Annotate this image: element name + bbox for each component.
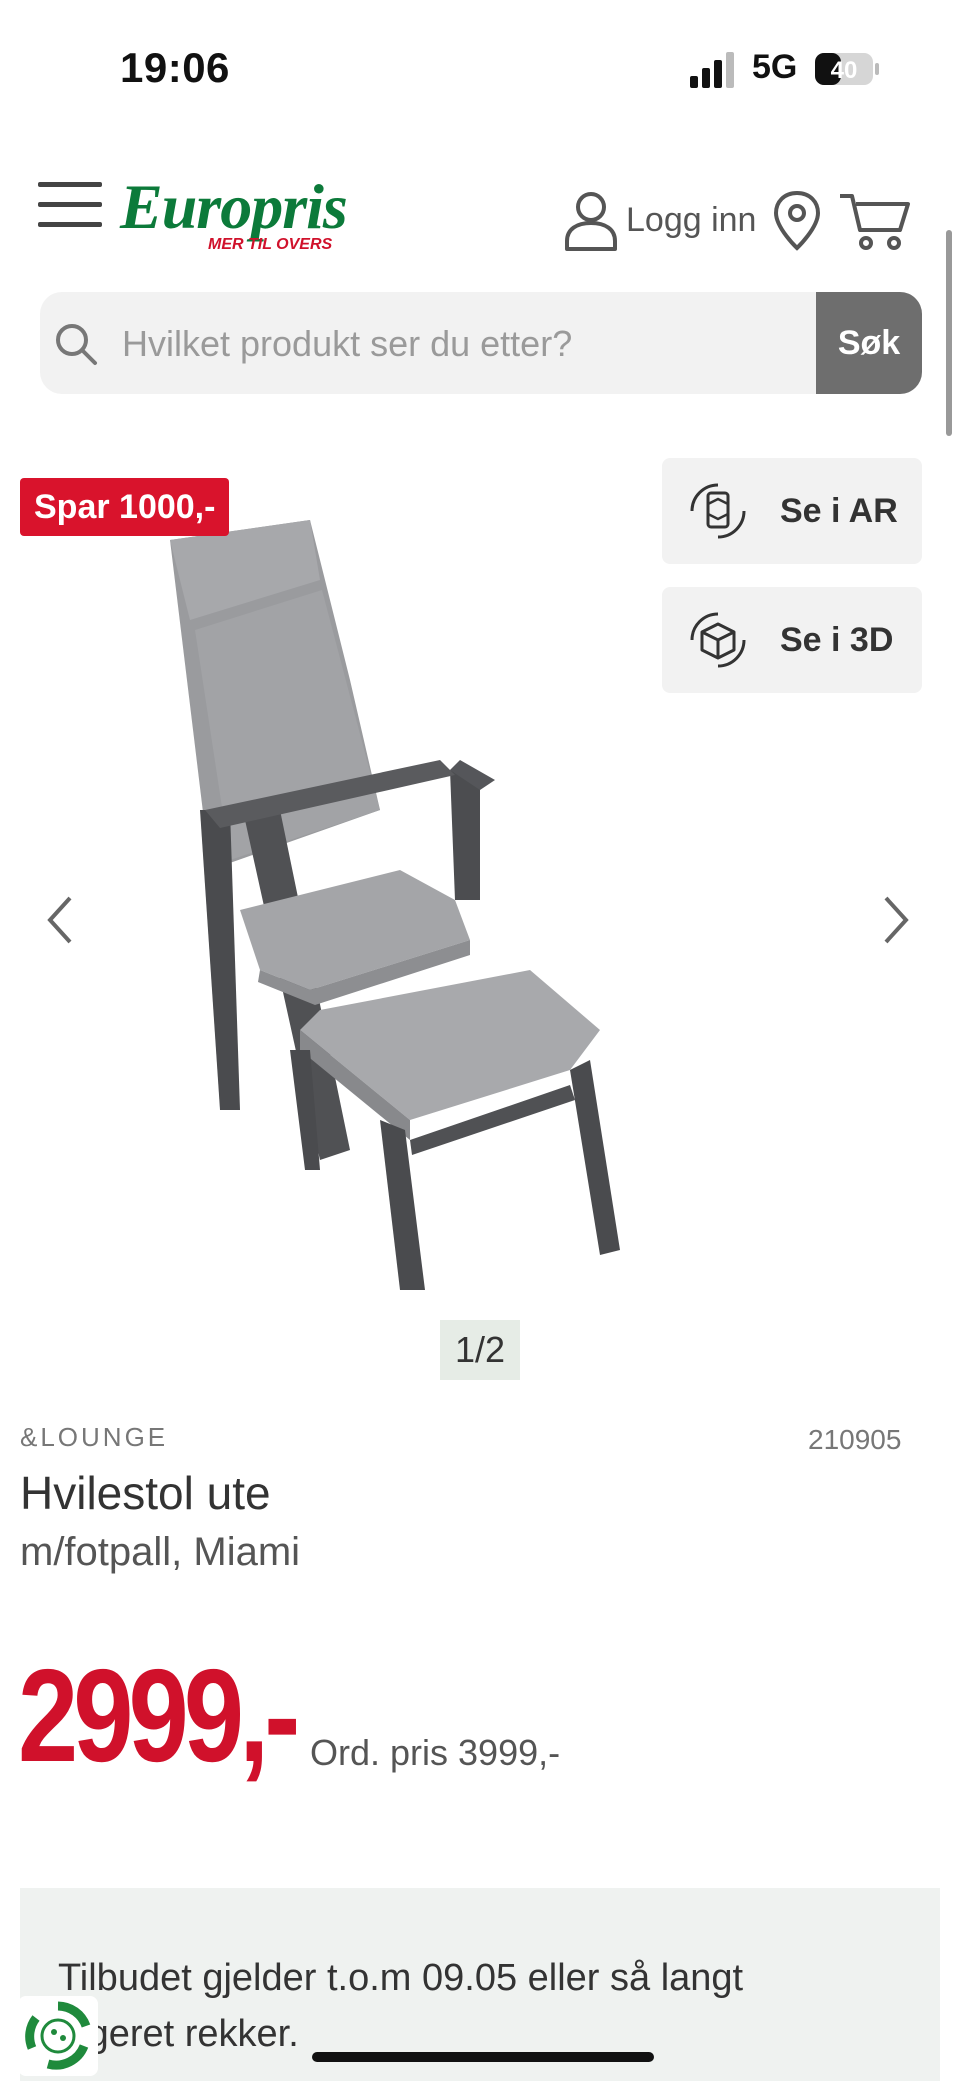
- ar-icon: [690, 483, 746, 539]
- home-indicator[interactable]: [312, 2052, 654, 2062]
- previous-image-arrow-icon[interactable]: [40, 890, 80, 950]
- login-button[interactable]: Logg inn: [562, 188, 756, 252]
- europris-logo[interactable]: Europris MER TIL OVERS: [120, 170, 360, 260]
- product-price: 2999,-: [18, 1642, 300, 1789]
- status-time: 19:06: [120, 44, 230, 91]
- product-subtitle: m/fotpall, Miami: [20, 1530, 301, 1574]
- product-sku: 210905: [808, 1424, 902, 1455]
- offer-text: Tilbudet gjelder t.o.m 09.05 eller så la…: [58, 1957, 744, 2055]
- 3d-label: Se i 3D: [780, 620, 894, 659]
- logo-wordmark: Europris: [120, 171, 348, 242]
- ar-label: Se i AR: [780, 491, 898, 530]
- user-icon: [565, 192, 617, 251]
- search-bar: Søk: [40, 292, 922, 394]
- search-input[interactable]: [120, 318, 844, 370]
- battery-level: 40: [831, 57, 858, 84]
- next-image-arrow-icon[interactable]: [876, 890, 916, 950]
- search-icon: [56, 324, 97, 365]
- shopping-cart-icon[interactable]: [838, 190, 912, 252]
- cellular-signal-icon: [690, 52, 734, 88]
- menu-button[interactable]: [38, 182, 102, 230]
- discount-badge: Spar 1000,-: [20, 478, 230, 536]
- search-button[interactable]: Søk: [816, 292, 922, 394]
- store-location-icon[interactable]: [772, 190, 822, 252]
- login-label: Logg inn: [626, 200, 757, 239]
- recycle-icon: [25, 2001, 91, 2070]
- ordinary-price: Ord. pris 3999,-: [310, 1732, 561, 1773]
- page-scrollbar[interactable]: [946, 230, 952, 436]
- recycle-widget[interactable]: [18, 1996, 98, 2076]
- cube-icon: [690, 612, 746, 668]
- battery-icon: 40: [815, 53, 879, 85]
- logo-tagline: MER TIL OVERS: [208, 236, 333, 253]
- view-in-3d-button[interactable]: Se i 3D: [662, 587, 922, 693]
- product-brand: &LOUNGE: [20, 1422, 169, 1452]
- image-pager: 1/2: [440, 1320, 520, 1380]
- view-in-ar-button[interactable]: Se i AR: [662, 458, 922, 564]
- network-type: 5G: [752, 48, 798, 86]
- product-title: Hvilestol ute: [20, 1467, 271, 1519]
